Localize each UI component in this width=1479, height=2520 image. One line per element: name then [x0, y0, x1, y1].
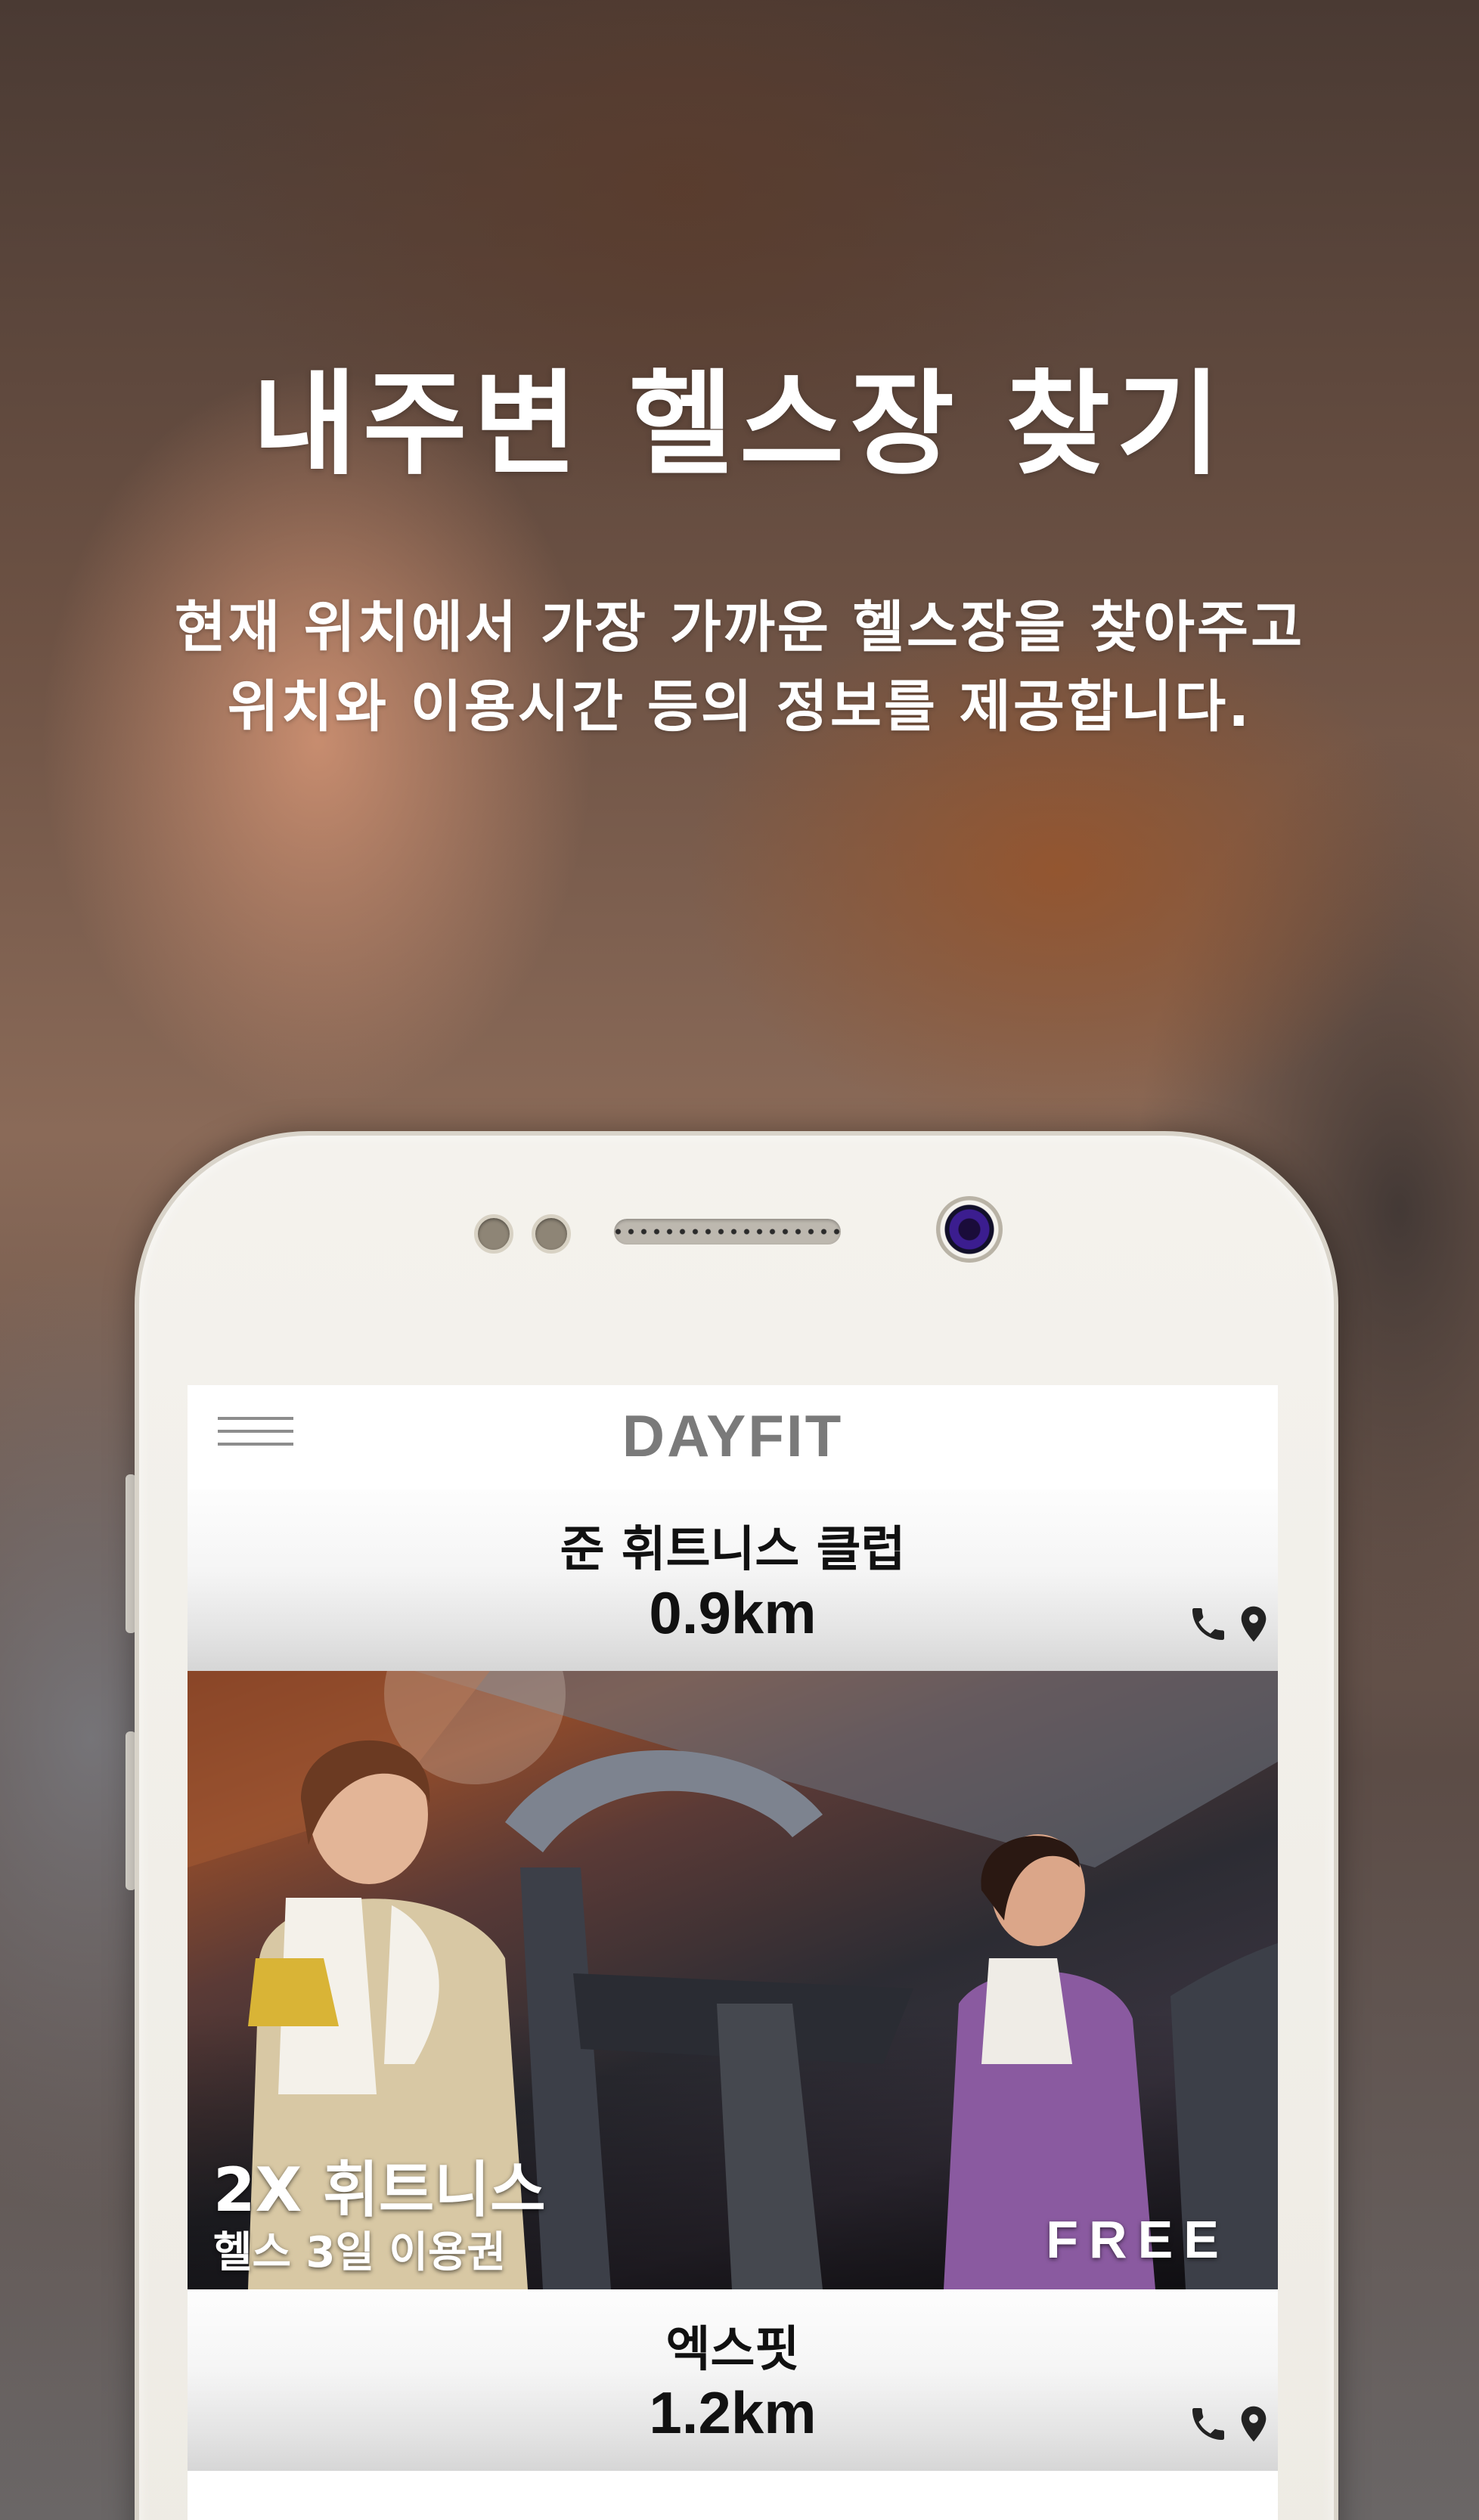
gym-actions: [1180, 2403, 1278, 2448]
map-pin-icon[interactable]: [1232, 1603, 1275, 1645]
promo-subtitle: 헬스 3일 이용권: [213, 2228, 507, 2277]
phone-sensor-dot: [474, 1214, 513, 1254]
promo-title: 2X 휘트니스: [213, 2155, 546, 2225]
gym-list-item[interactable]: 준 휘트니스 클럽 0.9km: [188, 1489, 1278, 1671]
app-screen: DAYFIT 준 휘트니스 클럽 0.9km 2X 휘트니스 헬스 3일 이용권…: [188, 1385, 1278, 2520]
promo-card[interactable]: 2X 휘트니스 헬스 3일 이용권 FREE: [188, 1671, 1278, 2289]
phone-icon[interactable]: [1187, 1603, 1229, 1645]
gym-actions: [1180, 1603, 1278, 1648]
promo-background: 내주변 헬스장 찾기 현재 위치에서 가장 가까운 헬스장을 찾아주고 위치와 …: [0, 0, 1479, 2520]
phone-sensor-dot: [532, 1214, 571, 1254]
promo-description-line-1: 현재 위치에서 가장 가까운 헬스장을 찾아주고: [174, 595, 1305, 660]
phone-icon[interactable]: [1187, 2403, 1229, 2445]
gym-name: 준 휘트니스 클럽: [560, 1522, 906, 1578]
gym-name: 엑스핏: [665, 2322, 800, 2378]
map-pin-icon[interactable]: [1232, 2403, 1275, 2445]
app-title: DAYFIT: [622, 1403, 844, 1469]
gym-distance: 0.9km: [649, 1579, 817, 1646]
promo-headline: 내주변 헬스장 찾기: [252, 359, 1227, 491]
promo-description-line-2: 위치와 이용시간 등의 정보를 제공합니다.: [227, 674, 1252, 739]
phone-speaker-grille: [614, 1219, 841, 1245]
promo-free-badge: FREE: [1046, 2210, 1229, 2269]
phone-front-camera: [936, 1196, 1003, 1263]
gym-distance: 1.2km: [649, 2379, 817, 2446]
app-header: DAYFIT: [188, 1385, 1278, 1489]
gym-list-item[interactable]: 엑스핏 1.2km: [188, 2289, 1278, 2471]
